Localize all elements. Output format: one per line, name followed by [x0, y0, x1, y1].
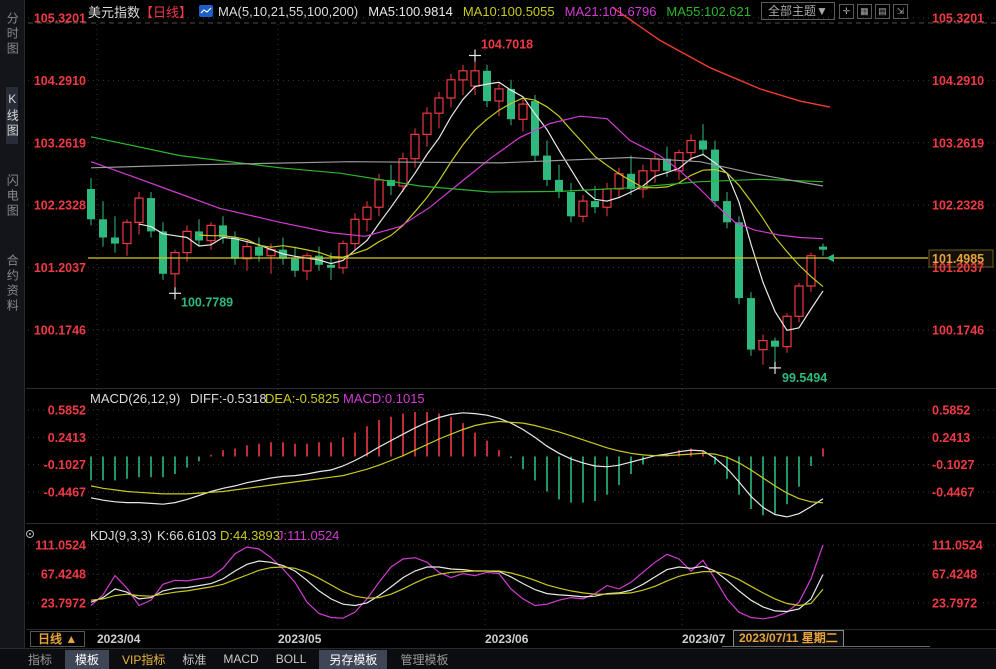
svg-text:-0.4467: -0.4467 [44, 486, 86, 500]
header-ma-value-2: MA21:101.6796 [565, 4, 657, 19]
toolbar-item-4[interactable]: MACD [219, 651, 262, 667]
bottom-toolbar: 指标模板 VIP指标标准 MACD BOLL 另存模板管理模板 [0, 648, 996, 669]
svg-text:0.2413: 0.2413 [48, 431, 86, 445]
toolbar-item-3[interactable]: 标准 [178, 650, 210, 669]
svg-text:99.5494: 99.5494 [782, 371, 827, 385]
period-selector-button[interactable]: 日线 ▲ [30, 631, 85, 647]
svg-text:104.7018: 104.7018 [481, 38, 533, 52]
svg-text:KDJ(9,3,3): KDJ(9,3,3) [90, 528, 152, 543]
ma-values: MA5:100.9814 MA10:100.5055 MA21:101.6796 MA… [368, 4, 761, 19]
sidebar-tab-0[interactable]: 分时图 [6, 7, 19, 62]
svg-text:23.7972: 23.7972 [932, 597, 977, 611]
header-ma-value-1: MA10:100.5055 [463, 4, 555, 19]
ma-params-label: MA(5,10,21,55,100,200) [218, 4, 358, 19]
svg-text:100.7789: 100.7789 [181, 295, 233, 309]
current-date-badge: 2023/07/11 星期二 [733, 630, 844, 647]
symbol-title: 美元指数 [88, 2, 140, 21]
svg-text:23.7972: 23.7972 [41, 597, 86, 611]
svg-text:-0.1027: -0.1027 [44, 458, 86, 472]
toolbar-item-2[interactable]: VIP指标 [118, 650, 169, 669]
svg-text:104.2910: 104.2910 [34, 74, 86, 88]
svg-text:101.2037: 101.2037 [34, 261, 86, 275]
left-sidebar: 分时图 K线图闪电图合约资料 [0, 0, 25, 648]
period-selector-label: 日线 [38, 632, 62, 646]
date-axis-row: 日线 ▲ 2023/04 2023/05 2023/06 2023/07 2023/0… [26, 629, 996, 648]
svg-text:MACD(26,12,9): MACD(26,12,9) [90, 391, 180, 406]
toolbar-item-0[interactable]: 指标 [24, 650, 56, 669]
header-buttons: 全部主题▼ ✛▦▤⇲ [761, 2, 908, 20]
last-price-arrow-icon [826, 254, 834, 262]
chart-svg: 101.4985104.7018100.778999.5494105.32011… [26, 0, 996, 629]
svg-text:DEA:-0.5825: DEA:-0.5825 [265, 391, 339, 406]
kdj-panel [27, 531, 824, 619]
candlesticks [87, 56, 827, 368]
svg-text:-0.1027: -0.1027 [932, 458, 974, 472]
sidebar-tab-2[interactable]: 闪电图 [6, 169, 19, 224]
toolbar-item-7[interactable]: 管理模板 [396, 650, 452, 669]
period-label: 【日线】 [140, 2, 192, 21]
svg-text:MACD:0.1015: MACD:0.1015 [343, 391, 425, 406]
svg-text:111.0524: 111.0524 [932, 539, 983, 553]
move-icon[interactable]: ✛ [839, 4, 854, 19]
date-tick-3: 2023/07 [682, 632, 725, 646]
sidebar-tab-3[interactable]: 合约资料 [6, 249, 19, 319]
trading-terminal: 101.4985104.7018100.778999.5494105.32011… [0, 0, 996, 669]
theme-dropdown-button[interactable]: 全部主题▼ [761, 2, 835, 20]
header-ma-value-3: MA55:102.621 [666, 4, 751, 19]
svg-text:0.5852: 0.5852 [48, 404, 86, 418]
svg-text:102.2328: 102.2328 [932, 199, 984, 213]
svg-text:103.2619: 103.2619 [34, 136, 86, 150]
export-pane-icon[interactable]: ⇲ [893, 4, 908, 19]
toolbar-item-1[interactable]: 模板 [65, 650, 109, 669]
svg-text:100.1746: 100.1746 [932, 324, 984, 338]
svg-text:67.4248: 67.4248 [41, 568, 86, 582]
pane-chart-left-icon[interactable]: ▦ [857, 4, 872, 19]
svg-text:K:66.6103: K:66.6103 [157, 528, 216, 543]
svg-text:0.2413: 0.2413 [932, 431, 970, 445]
date-underline [722, 646, 930, 647]
svg-text:67.4248: 67.4248 [932, 568, 977, 582]
svg-text:103.2619: 103.2619 [932, 136, 984, 150]
line-chart-icon [199, 5, 213, 17]
ma-lines [91, 7, 830, 330]
toolbar-item-6[interactable]: 另存模板 [319, 650, 387, 669]
pane-chart-right-icon[interactable]: ▤ [875, 4, 890, 19]
svg-text:0.5852: 0.5852 [932, 404, 970, 418]
header-icon-buttons: ✛▦▤⇲ [839, 4, 908, 19]
last-price-line: 101.4985 [88, 250, 993, 267]
date-tick-0: 2023/04 [97, 632, 140, 646]
svg-text:J:111.0524: J:111.0524 [277, 528, 339, 543]
svg-text:DIFF:-0.5318: DIFF:-0.5318 [190, 391, 267, 406]
svg-text:111.0524: 111.0524 [35, 539, 86, 553]
period-up-arrow-icon: ▲ [65, 632, 77, 646]
svg-text:100.1746: 100.1746 [34, 324, 86, 338]
date-tick-1: 2023/05 [278, 632, 321, 646]
sidebar-tab-1[interactable]: K线图 [6, 87, 19, 144]
svg-text:-0.4467: -0.4467 [932, 486, 974, 500]
svg-text:D:44.3893: D:44.3893 [220, 528, 280, 543]
header-ma-value-0: MA5:100.9814 [368, 4, 453, 19]
date-tick-2: 2023/06 [485, 632, 528, 646]
svg-text:102.2328: 102.2328 [34, 199, 86, 213]
chart-header: 美元指数 【日线】 MA(5,10,21,55,100,200) MA5:100… [26, 0, 996, 22]
toolbar-item-5[interactable]: BOLL [272, 651, 311, 667]
svg-text:104.2910: 104.2910 [932, 74, 984, 88]
svg-text:101.2037: 101.2037 [932, 261, 984, 275]
